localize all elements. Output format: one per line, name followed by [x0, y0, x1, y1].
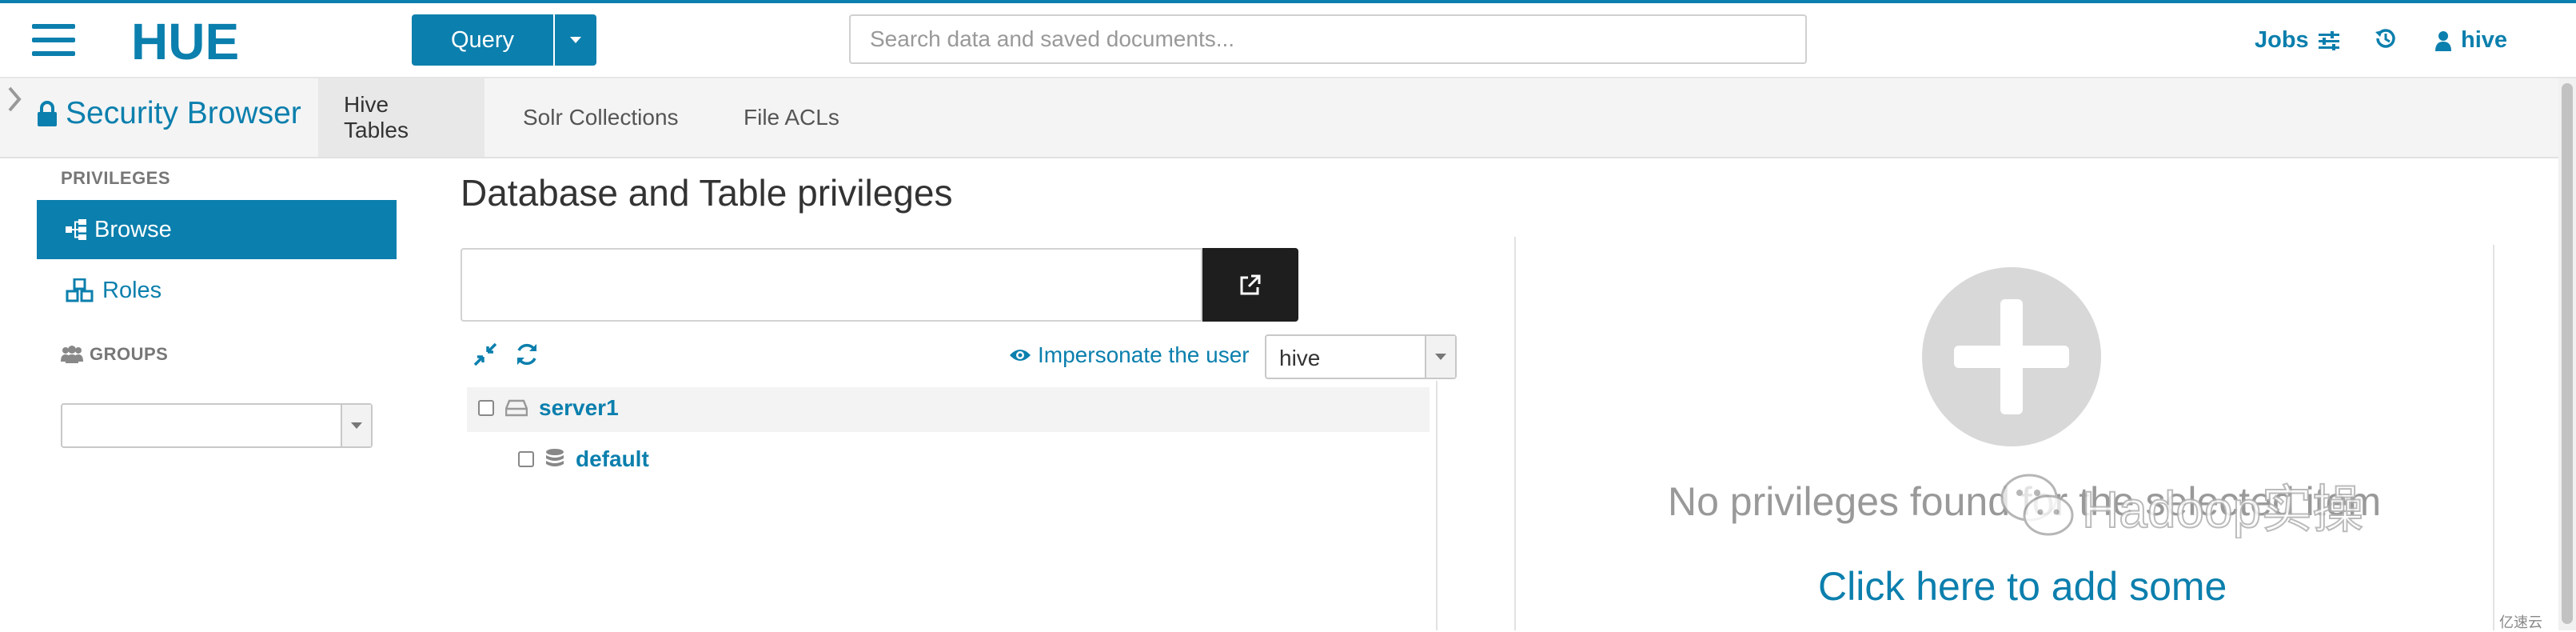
query-button[interactable]: Query: [412, 14, 553, 66]
user-name: hive: [2461, 27, 2508, 53]
hue-logo[interactable]: HUE: [131, 14, 291, 66]
history-link[interactable]: [2375, 27, 2397, 50]
jobs-link[interactable]: Jobs: [2255, 27, 2339, 54]
sidebar-item-label: Roles: [102, 277, 162, 303]
impersonate-user-value: hive: [1279, 346, 1321, 370]
impersonate-user-select[interactable]: hive: [1265, 334, 1457, 379]
top-navbar: HUE Query Jobs hive: [0, 3, 2576, 78]
hamburger-menu-icon[interactable]: [32, 24, 75, 56]
tree-node-default[interactable]: default: [518, 446, 649, 472]
tab-hive-tables[interactable]: Hive Tables: [318, 78, 484, 157]
tree-node-label: server1: [539, 395, 619, 420]
panel-divider: [1514, 237, 1516, 630]
impersonate-label: Impersonate the user: [1038, 342, 1250, 367]
watermark-small: 亿速云: [2499, 614, 2542, 630]
wechat-icon: [2000, 474, 2074, 536]
groups-select[interactable]: [61, 403, 373, 448]
tab-label: Hive Tables: [344, 92, 409, 142]
open-external-button[interactable]: [1202, 248, 1298, 322]
sidebar-item-roles[interactable]: Roles: [37, 261, 397, 320]
cubes-icon: [66, 278, 94, 302]
right-panel-edge: [2493, 245, 2494, 630]
app-title-text: Security Browser: [66, 96, 301, 130]
scrollbar-thumb[interactable]: [2562, 83, 2573, 624]
tab-label: Solr Collections: [523, 105, 679, 130]
add-privilege-plus-icon[interactable]: [1922, 267, 2101, 446]
chevron-down-icon: [341, 405, 371, 446]
sliders-icon: [2318, 30, 2339, 50]
app-subheader: Security Browser Hive Tables Solr Collec…: [0, 78, 2558, 158]
app-title: Security Browser: [37, 96, 301, 131]
page-title: Database and Table privileges: [461, 172, 953, 214]
sitemap-icon: [66, 219, 86, 240]
privileges-heading: PRIVILEGES: [61, 168, 171, 188]
refresh-icon[interactable]: [513, 341, 540, 368]
global-search-input[interactable]: [849, 14, 1807, 64]
user-icon: [2435, 30, 2451, 51]
add-privileges-link[interactable]: Click here to add some: [1818, 563, 2227, 610]
tab-file-acls[interactable]: File ACLs: [718, 78, 867, 157]
logo-text: HUE: [131, 14, 239, 66]
history-icon: [2375, 29, 2395, 48]
tab-label: File ACLs: [744, 105, 839, 130]
sidebar-item-label: Browse: [94, 216, 172, 242]
query-dropdown-caret-icon[interactable]: [555, 14, 596, 66]
tree-node-server1[interactable]: server1: [478, 395, 619, 421]
groups-heading: GROUPS: [61, 344, 168, 365]
tree-node-label: default: [576, 446, 649, 471]
page-scrollbar[interactable]: [2558, 78, 2576, 630]
tree-node-checkbox[interactable]: [478, 400, 494, 416]
external-link-icon: [1240, 274, 1261, 295]
watermark-text: Hadoop实操: [2081, 480, 2364, 539]
database-icon: [546, 449, 564, 466]
users-icon: [61, 346, 83, 363]
tree-scroll-divider: [1436, 381, 1438, 630]
compress-icon[interactable]: [472, 341, 499, 368]
lock-icon: [38, 101, 57, 126]
user-menu[interactable]: hive: [2435, 27, 2507, 54]
path-input[interactable]: [461, 248, 1202, 322]
chevron-right-icon[interactable]: [6, 85, 24, 114]
tree-node-checkbox[interactable]: [518, 451, 534, 467]
impersonate-link[interactable]: Impersonate the user: [1009, 342, 1250, 368]
jobs-label: Jobs: [2255, 27, 2309, 53]
sidebar-item-browse[interactable]: Browse: [37, 200, 397, 259]
chevron-down-icon: [1425, 336, 1455, 378]
eye-icon: [1010, 350, 1031, 361]
server-icon: [505, 399, 528, 417]
watermark: Hadoop实操: [1999, 469, 2364, 542]
tab-solr-collections[interactable]: Solr Collections: [497, 78, 707, 157]
